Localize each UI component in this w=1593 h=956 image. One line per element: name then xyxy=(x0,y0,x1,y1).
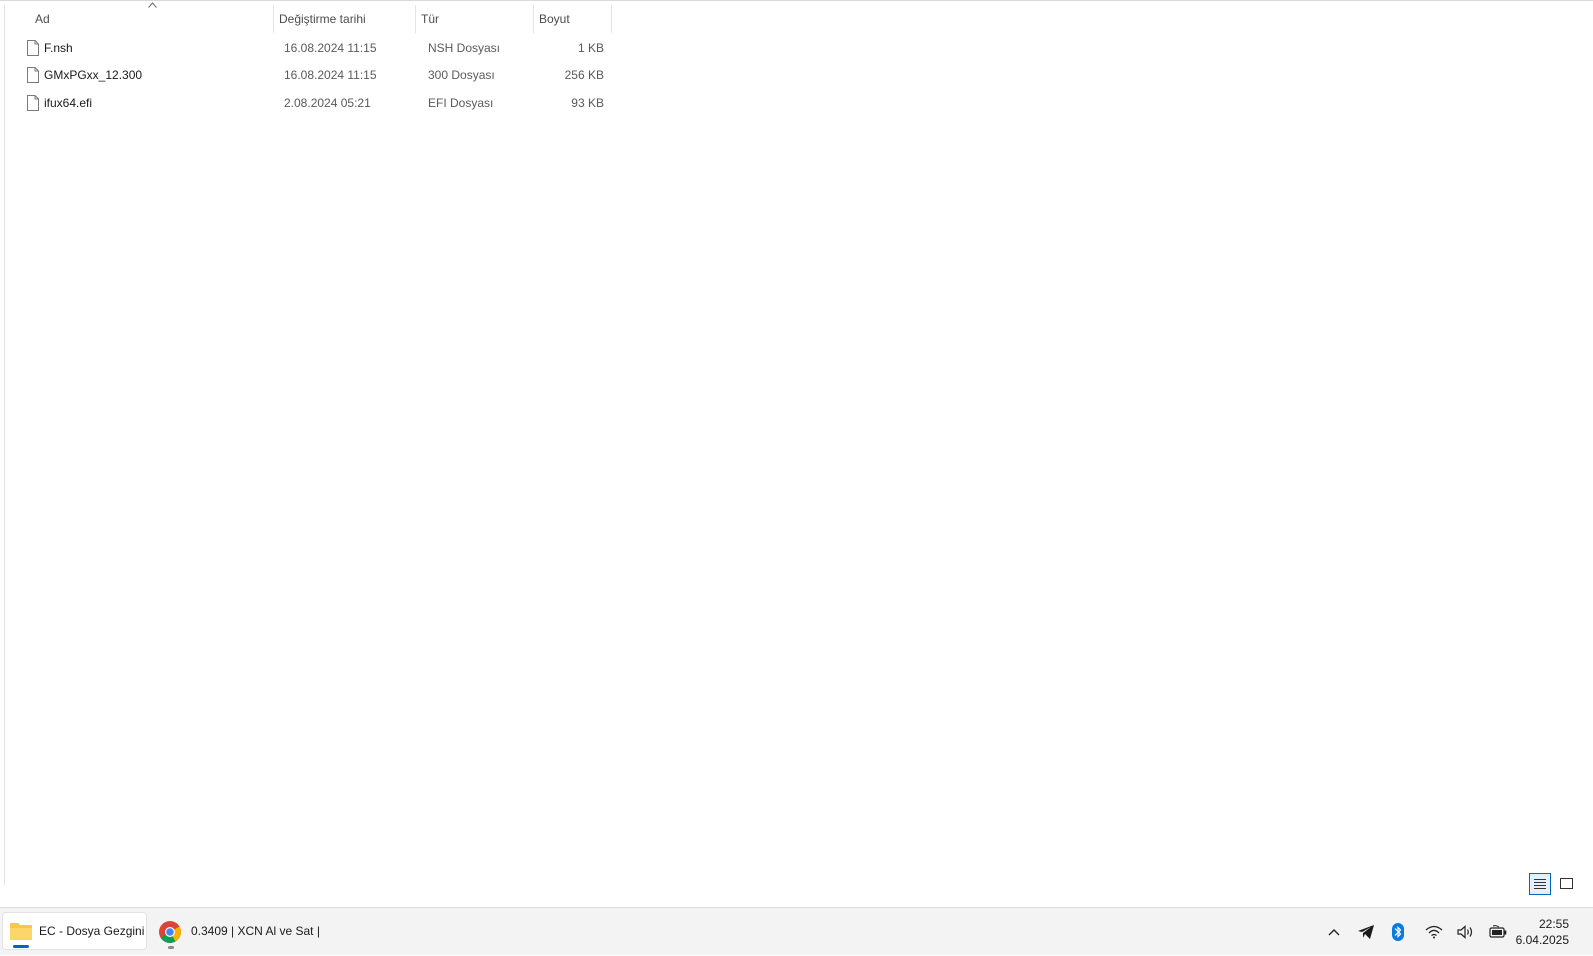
taskbar-app-label: 0.3409 | XCN Al ve Sat | xyxy=(191,924,320,938)
volume-icon xyxy=(1457,925,1473,939)
folder-icon xyxy=(10,923,32,940)
clock-time: 22:55 xyxy=(1538,917,1569,931)
large-icons-view-icon xyxy=(1559,878,1573,889)
file-icon xyxy=(27,95,39,111)
file-row[interactable]: ifux64.efi 2.08.2024 05:21 EFI Dosyası 9… xyxy=(20,90,620,116)
wifi-icon xyxy=(1425,925,1443,939)
chevron-up-icon xyxy=(1328,929,1340,936)
volume-tray-button[interactable] xyxy=(1457,923,1475,941)
telegram-tray-button[interactable] xyxy=(1357,923,1375,941)
large-icons-view-button[interactable] xyxy=(1555,873,1577,895)
column-divider[interactable] xyxy=(611,5,612,33)
wifi-tray-button[interactable] xyxy=(1425,923,1443,941)
details-view-button[interactable] xyxy=(1529,873,1551,895)
taskbar-app-chrome[interactable]: 0.3409 | XCN Al ve Sat | xyxy=(153,912,328,950)
taskbar-clock[interactable]: 22:55 6.04.2025 xyxy=(1516,916,1569,948)
column-header-date[interactable]: Değiştirme tarihi xyxy=(273,5,415,33)
file-row[interactable]: GMxPGxx_12.300 16.08.2024 11:15 300 Dosy… xyxy=(20,62,620,88)
file-name: F.nsh xyxy=(44,41,73,55)
pane-divider xyxy=(4,5,5,885)
column-header-name[interactable]: Ad xyxy=(29,5,273,33)
file-date: 16.08.2024 11:15 xyxy=(284,68,377,82)
show-hidden-icons-button[interactable] xyxy=(1325,923,1343,941)
system-tray xyxy=(1325,908,1507,956)
battery-icon xyxy=(1489,925,1507,938)
column-header-size[interactable]: Boyut xyxy=(533,5,611,33)
file-icon xyxy=(27,67,39,83)
clock-date: 6.04.2025 xyxy=(1515,933,1569,947)
file-date: 2.08.2024 05:21 xyxy=(284,96,371,110)
file-date: 16.08.2024 11:15 xyxy=(284,41,377,55)
file-type: EFI Dosyası xyxy=(428,96,494,110)
active-app-indicator xyxy=(13,945,29,948)
file-name: GMxPGxx_12.300 xyxy=(44,68,143,82)
taskbar-app-label: EC - Dosya Gezgini xyxy=(39,924,145,938)
file-type: 300 Dosyası xyxy=(428,68,495,82)
taskbar: EC - Dosya Gezgini 0.3409 | XCN Al ve Sa… xyxy=(0,907,1593,955)
chrome-icon xyxy=(159,921,181,943)
file-type: NSH Dosyası xyxy=(428,41,501,55)
file-size: 1 KB xyxy=(577,41,604,55)
telegram-icon xyxy=(1358,925,1374,939)
file-size: 93 KB xyxy=(571,96,604,110)
details-view-icon xyxy=(1534,879,1546,889)
taskbar-app-file-explorer[interactable]: EC - Dosya Gezgini xyxy=(2,912,147,950)
column-header-bar: Ad Değiştirme tarihi Tür Boyut xyxy=(0,2,622,33)
file-size: 256 KB xyxy=(564,68,604,82)
running-app-indicator xyxy=(168,946,174,949)
view-mode-switch xyxy=(1529,873,1577,895)
file-row[interactable]: F.nsh 16.08.2024 11:15 NSH Dosyası 1 KB xyxy=(20,35,620,61)
file-explorer-window: Ad Değiştirme tarihi Tür Boyut F.nsh 16.… xyxy=(0,0,1593,907)
column-header-type[interactable]: Tür xyxy=(415,5,533,33)
bluetooth-tray-button[interactable] xyxy=(1389,923,1407,941)
file-icon xyxy=(27,40,39,56)
bluetooth-icon xyxy=(1392,923,1404,941)
file-name: ifux64.efi xyxy=(44,96,93,110)
battery-tray-button[interactable] xyxy=(1489,923,1507,941)
